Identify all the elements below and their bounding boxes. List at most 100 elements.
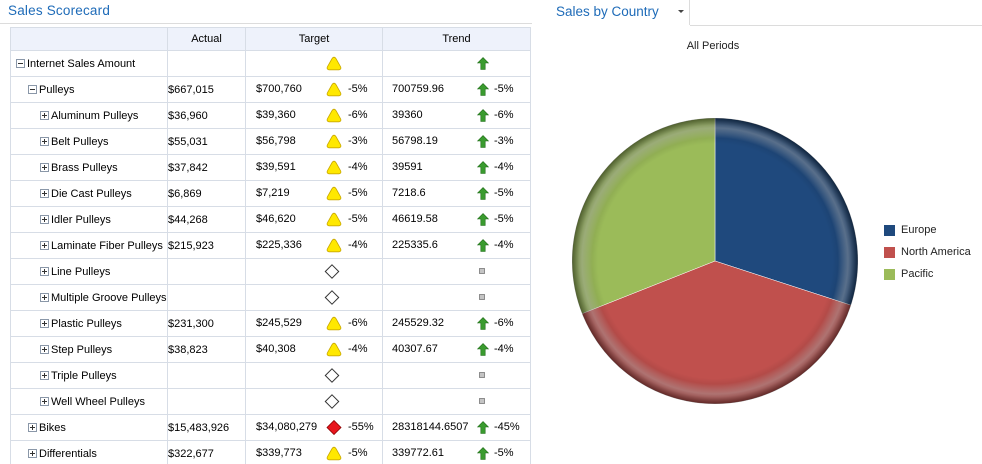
row-label: Internet Sales Amount (27, 57, 136, 70)
expand-icon[interactable] (40, 215, 49, 224)
green-up-arrow-icon (477, 447, 489, 460)
table-row[interactable]: Step Pulleys $38,823 $40,308 -4% 40307.67 -4% (10, 336, 531, 363)
target-percent: -4% (348, 161, 368, 173)
legend-item: North America (884, 241, 971, 263)
collapse-icon[interactable] (16, 59, 25, 68)
target-value: $245,529 (256, 317, 302, 329)
table-row[interactable]: Idler Pulleys $44,268 $46,620 -5% 46619.58 -5… (10, 206, 531, 233)
trend-value: 700759.96 (392, 83, 444, 95)
row-name-cell: Line Pulleys (10, 258, 168, 285)
empty-diamond-icon (324, 290, 340, 305)
trend-cell: 7218.6 -5% (382, 180, 531, 207)
actual-cell: $322,677 (167, 440, 246, 464)
table-row[interactable]: Pulleys $667,015 $700,760 -5% 700759.96 -5% (10, 76, 531, 103)
yellow-triangle-icon (326, 56, 342, 71)
row-label: Plastic Pulleys (51, 317, 122, 330)
target-value: $46,620 (256, 213, 296, 225)
expand-icon[interactable] (28, 449, 37, 458)
target-value: $225,336 (256, 239, 302, 251)
expand-icon[interactable] (40, 267, 49, 276)
target-percent: -55% (348, 421, 374, 433)
actual-cell (167, 362, 246, 389)
table-row[interactable]: Differentials $322,677 $339,773 -5% 339772.6… (10, 440, 531, 464)
row-name-cell: Well Wheel Pulleys (10, 388, 168, 415)
row-label: Pulleys (39, 83, 75, 96)
green-up-arrow-icon (477, 213, 489, 226)
collapse-icon[interactable] (28, 85, 37, 94)
expand-icon[interactable] (40, 319, 49, 328)
table-row[interactable]: Aluminum Pulleys $36,960 $39,360 -6% 39360 -6… (10, 102, 531, 129)
target-percent: -5% (348, 213, 368, 225)
expand-icon[interactable] (40, 111, 49, 120)
trend-percent: -6% (494, 109, 514, 121)
yellow-triangle-icon (326, 186, 342, 201)
trend-value: 46619.58 (392, 213, 438, 225)
table-row[interactable]: Belt Pulleys $55,031 $56,798 -3% 56798.19 -3% (10, 128, 531, 155)
scorecard-title[interactable]: Sales Scorecard (8, 3, 110, 18)
table-row[interactable]: Triple Pulleys (10, 362, 531, 389)
table-row[interactable]: Brass Pulleys $37,842 $39,591 -4% 39591 -4% (10, 154, 531, 181)
pie-chart (571, 117, 859, 405)
table-row[interactable]: Internet Sales Amount (10, 50, 531, 77)
expand-icon[interactable] (40, 241, 49, 250)
expand-icon[interactable] (28, 423, 37, 432)
pie-shading (572, 118, 858, 404)
actual-cell: $231,300 (167, 310, 246, 337)
row-name-cell: Brass Pulleys (10, 154, 168, 181)
table-row[interactable]: Multiple Groove Pulleys (10, 284, 531, 311)
target-percent: -5% (348, 447, 368, 459)
column-header-trend[interactable]: Trend (382, 27, 531, 51)
expand-icon[interactable] (40, 293, 49, 302)
table-row[interactable]: Die Cast Pulleys $6,869 $7,219 -5% 7218.6 -5% (10, 180, 531, 207)
row-name-cell: Laminate Fiber Pulleys (10, 232, 168, 259)
actual-cell (167, 388, 246, 415)
trend-value: 245529.32 (392, 317, 444, 329)
trend-value: 56798.19 (392, 135, 438, 147)
expand-icon[interactable] (40, 345, 49, 354)
green-up-arrow-icon (477, 109, 489, 122)
target-cell: $39,591 -4% (245, 154, 383, 181)
column-header-actual[interactable]: Actual (167, 27, 246, 51)
green-up-arrow-icon (477, 317, 489, 330)
target-percent: -4% (348, 343, 368, 355)
trend-cell: 225335.6 -4% (382, 232, 531, 259)
trend-cell (382, 50, 531, 77)
table-row[interactable]: Plastic Pulleys $231,300 $245,529 -6% 245529… (10, 310, 531, 337)
column-header-target[interactable]: Target (245, 27, 383, 51)
actual-cell: $37,842 (167, 154, 246, 181)
target-value: $34,080,279 (256, 421, 318, 433)
row-name-cell: Idler Pulleys (10, 206, 168, 233)
green-up-arrow-icon (477, 421, 489, 434)
actual-cell (167, 258, 246, 285)
trend-cell: 245529.32 -6% (382, 310, 531, 337)
table-row[interactable]: Well Wheel Pulleys (10, 388, 531, 415)
target-cell (245, 284, 383, 311)
row-label: Brass Pulleys (51, 161, 118, 174)
row-name-cell: Pulleys (10, 76, 168, 103)
expand-icon[interactable] (40, 371, 49, 380)
table-row[interactable]: Line Pulleys (10, 258, 531, 285)
expand-icon[interactable] (40, 137, 49, 146)
expand-icon[interactable] (40, 189, 49, 198)
expand-icon[interactable] (40, 163, 49, 172)
trend-percent: -5% (494, 187, 514, 199)
green-up-arrow-icon (477, 57, 489, 70)
grey-square-icon (479, 294, 485, 300)
trend-cell (382, 284, 531, 311)
target-percent: -4% (348, 239, 368, 251)
actual-cell: $6,869 (167, 180, 246, 207)
yellow-triangle-icon (326, 212, 342, 227)
green-up-arrow-icon (477, 161, 489, 174)
legend-label: Europe (901, 224, 937, 236)
trend-cell: 39360 -6% (382, 102, 531, 129)
trend-cell: 339772.61 -5% (382, 440, 531, 464)
chart-legend: Europe North America Pacific (884, 219, 971, 285)
legend-item: Pacific (884, 263, 971, 285)
table-row[interactable]: Bikes $15,483,926 $34,080,279 -55% 28318144.… (10, 414, 531, 441)
empty-diamond-icon (324, 368, 340, 383)
table-row[interactable]: Laminate Fiber Pulleys $215,923 $225,336 -4… (10, 232, 531, 259)
trend-value: 28318144.6507 (392, 421, 469, 433)
row-name-cell: Die Cast Pulleys (10, 180, 168, 207)
expand-icon[interactable] (40, 397, 49, 406)
target-cell (245, 362, 383, 389)
